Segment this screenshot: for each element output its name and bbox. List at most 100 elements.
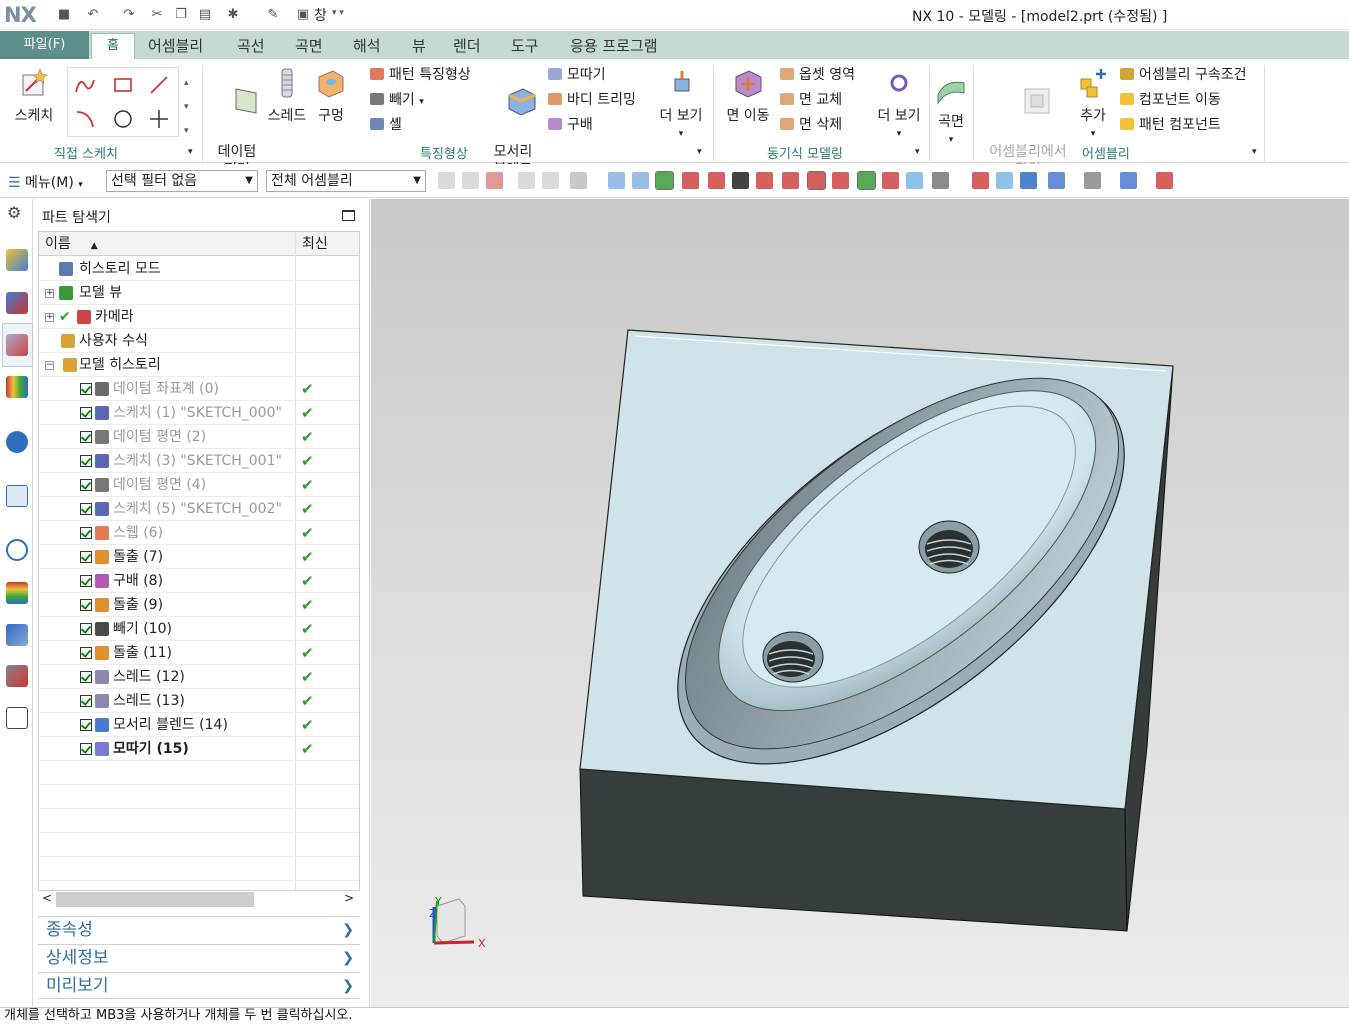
snap-perpendicular-icon[interactable] <box>782 172 799 189</box>
tab-analysis[interactable]: 해석 <box>353 35 381 59</box>
tree-row-subtract-10[interactable]: ✔ 빼기 (10) <box>39 617 359 641</box>
tree-row-extrude-7[interactable]: ✔ 돌출 (7) <box>39 545 359 569</box>
snap-box-icon[interactable] <box>542 172 559 189</box>
tab-assembly[interactable]: 어셈블리 <box>148 35 203 59</box>
chevron-down-icon[interactable]: ▾ ▾ <box>332 8 344 18</box>
visibility-checkbox[interactable] <box>80 407 92 419</box>
tab-curve[interactable]: 곡선 <box>237 35 265 59</box>
tab-render[interactable]: 렌더 <box>453 35 481 59</box>
part-navigator-icon[interactable] <box>6 334 28 356</box>
cut-icon[interactable]: ✂ <box>148 6 166 24</box>
view-triad[interactable]: X Y Z <box>429 895 486 950</box>
window-menu[interactable]: 창 <box>314 5 327 25</box>
view-zoom-icon[interactable] <box>996 172 1013 189</box>
visibility-checkbox[interactable] <box>80 551 92 563</box>
snap-tangent-icon[interactable] <box>756 172 773 189</box>
snap-circle-icon[interactable] <box>832 172 849 189</box>
tree-row-model-views[interactable]: + 모델 뷰 <box>39 281 359 305</box>
maximize-icon[interactable] <box>342 210 355 221</box>
assembly-navigator-icon[interactable] <box>6 249 28 271</box>
visibility-checkbox[interactable] <box>80 599 92 611</box>
arc-icon[interactable] <box>74 108 96 130</box>
panel-preview[interactable]: 미리보기 ❯ <box>38 972 360 999</box>
hole-button[interactable]: 구멍 <box>313 63 349 125</box>
subtract-button[interactable]: 빼기 ▾ <box>370 89 424 111</box>
view-rotate-icon[interactable] <box>1020 172 1037 189</box>
snap-tools-icon[interactable] <box>932 172 949 189</box>
roles-icon[interactable] <box>6 707 28 729</box>
move-face-button[interactable]: 면 이동 <box>722 63 774 125</box>
move-component-button[interactable]: 컴포넌트 이동 <box>1120 89 1221 111</box>
column-header-latest[interactable]: 최신 <box>296 232 359 256</box>
view-layout-icon[interactable] <box>1048 172 1065 189</box>
save-icon[interactable]: ■ <box>55 6 73 24</box>
more-feature-button[interactable]: 더 보기 ▾ <box>656 63 706 143</box>
selection-filter-select[interactable]: 선택 필터 없음 ▼ <box>106 170 258 192</box>
snap-midpoint-icon[interactable] <box>682 172 699 189</box>
snap-body-icon[interactable] <box>608 172 625 189</box>
snap-line-icon[interactable] <box>708 172 725 189</box>
visibility-checkbox[interactable] <box>80 671 92 683</box>
sketch-button[interactable]: 스케치 <box>10 63 58 125</box>
undo-icon[interactable]: ↶ <box>84 6 102 24</box>
expand-icon[interactable]: + <box>45 289 54 298</box>
graphics-window[interactable]: X Y Z <box>371 199 1349 1007</box>
tab-file[interactable]: 파일(F) <box>0 31 89 59</box>
tree-row-cameras[interactable]: + ✔ 카메라 <box>39 305 359 329</box>
paste-icon[interactable]: ▤ <box>196 6 214 24</box>
info-icon[interactable] <box>6 431 28 453</box>
assembly-constraints-button[interactable]: 어셈블리 구속조건 <box>1120 64 1247 86</box>
snap-plane-icon[interactable] <box>462 172 479 189</box>
visibility-checkbox[interactable] <box>80 719 92 731</box>
tree-row-sketch-000[interactable]: ✔ 스케치 (1) "SKETCH_000" <box>39 401 359 425</box>
view-fit-icon[interactable] <box>972 172 989 189</box>
pattern-component-button[interactable]: 패턴 컴포넌트 <box>1120 114 1221 136</box>
snap-center-icon[interactable] <box>807 171 826 190</box>
window-icon[interactable]: ▣ <box>294 6 312 24</box>
visibility-checkbox[interactable] <box>80 623 92 635</box>
menu-button[interactable]: ☰ 메뉴(M) ▾ <box>8 172 83 192</box>
constraint-navigator-icon[interactable] <box>6 292 28 314</box>
group-menu-icon[interactable]: ▾ <box>697 147 702 157</box>
tree-row-history-mode[interactable]: 히스토리 모드 <box>39 257 359 281</box>
snap-face-icon[interactable] <box>906 172 923 189</box>
section-view-icon[interactable] <box>1156 172 1173 189</box>
thread-button[interactable]: 스레드 <box>264 63 310 125</box>
tree-row-datum-csys[interactable]: ✔ 데이텀 좌표계 (0) <box>39 377 359 401</box>
profile-icon[interactable] <box>74 74 96 96</box>
visibility-checkbox[interactable] <box>80 455 92 467</box>
group-menu-icon[interactable]: ▾ <box>188 147 193 157</box>
manufacturing-wizard-icon[interactable] <box>6 665 28 687</box>
tree-row-edge-blend-14[interactable]: ✔ 모서리 블렌드 (14) <box>39 713 359 737</box>
touch-mode-icon[interactable]: ✎ <box>264 6 282 24</box>
visibility-checkbox[interactable] <box>80 743 92 755</box>
snap-curve-icon[interactable] <box>732 172 749 189</box>
tree-row-sketch-002[interactable]: ✔ 스케치 (5) "SKETCH_002" <box>39 497 359 521</box>
tree-row-thread-12[interactable]: ✔ 스레드 (12) <box>39 665 359 689</box>
visibility-checkbox[interactable] <box>80 647 92 659</box>
view-orient-icon[interactable] <box>1120 172 1137 189</box>
visibility-checkbox[interactable] <box>80 695 92 707</box>
line-icon[interactable] <box>148 74 170 96</box>
tree-row-extrude-9[interactable]: ✔ 돌출 (9) <box>39 593 359 617</box>
group-menu-icon[interactable]: ▾ <box>915 147 920 157</box>
settings-gear-icon[interactable]: ⚙ <box>7 203 21 222</box>
panel-details[interactable]: 상세정보 ❯ <box>38 944 360 971</box>
rectangle-icon[interactable] <box>112 74 134 96</box>
snap-solid-icon[interactable] <box>632 172 649 189</box>
visibility-checkbox[interactable] <box>80 383 92 395</box>
scrollbar-thumb[interactable] <box>56 892 254 907</box>
visibility-checkbox[interactable] <box>80 479 92 491</box>
tree-row-swept-6[interactable]: ✔ 스웹 (6) <box>39 521 359 545</box>
snap-options-icon[interactable] <box>438 172 455 189</box>
visibility-checkbox[interactable] <box>80 503 92 515</box>
tab-tools[interactable]: 도구 <box>511 35 539 59</box>
snap-grid-icon[interactable] <box>518 172 535 189</box>
column-header-name[interactable]: 이름 ▲ <box>39 232 295 256</box>
tree-row-datum-plane-2[interactable]: ✔ 데이텀 평면 (2) <box>39 425 359 449</box>
surface-button[interactable]: 곡면 ▾ <box>932 69 970 149</box>
snap-part-icon[interactable] <box>570 172 587 189</box>
visibility-checkbox[interactable] <box>80 575 92 587</box>
tree-row-sketch-001[interactable]: ✔ 스케치 (3) "SKETCH_001" <box>39 449 359 473</box>
tree-row-draft-8[interactable]: ✔ 구배 (8) <box>39 569 359 593</box>
